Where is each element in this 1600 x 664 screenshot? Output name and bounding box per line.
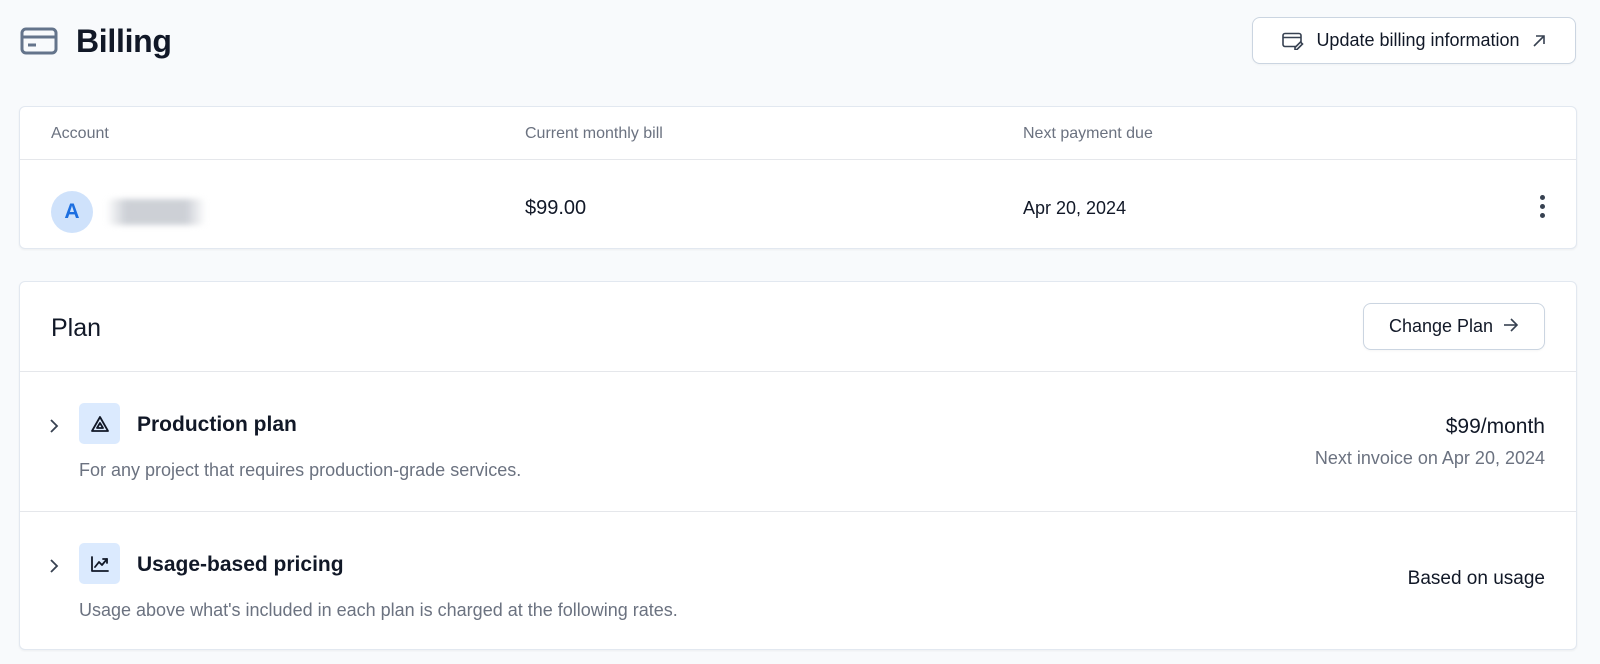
column-header-account: Account: [51, 125, 109, 142]
expand-chevron-icon[interactable]: [48, 559, 60, 573]
plan-item-price: $99/month: [1445, 415, 1545, 438]
account-row: A $99.00 Apr 20, 2024: [20, 161, 1576, 249]
column-header-next-payment: Next payment due: [1023, 125, 1153, 142]
plan-item-description: For any project that requires production…: [79, 460, 522, 480]
plan-header: Plan Change Plan: [20, 282, 1576, 372]
plan-item-description: Usage above what's included in each plan…: [79, 600, 678, 620]
chart-line-icon: [79, 543, 120, 584]
page-title: Billing: [76, 22, 172, 59]
plan-item-next-invoice: Next invoice on Apr 20, 2024: [1314, 448, 1545, 468]
kebab-dot: [1539, 194, 1545, 200]
kebab-dot: [1539, 203, 1545, 209]
arrow-right-icon: [1503, 316, 1519, 337]
more-vertical-icon[interactable]: [1530, 191, 1554, 221]
kebab-dot: [1539, 212, 1545, 218]
account-table-header: Account Current monthly bill Next paymen…: [20, 107, 1576, 160]
plan-item-title: Production plan: [137, 413, 297, 436]
plan-item-usage-based: Usage-based pricing Usage above what's i…: [20, 513, 1576, 650]
plan-section-title: Plan: [51, 314, 102, 342]
card-edit-icon: [1282, 32, 1305, 50]
external-arrow-icon: [1532, 34, 1546, 48]
update-billing-label: Update billing information: [1316, 30, 1520, 50]
plan-item-title: Usage-based pricing: [137, 553, 344, 576]
plan-item-price-note: Based on usage: [1407, 568, 1545, 589]
update-billing-button[interactable]: Update billing information: [1252, 17, 1576, 64]
credit-card-icon: [20, 27, 58, 55]
title-wrap: Billing: [20, 20, 172, 62]
expand-chevron-icon[interactable]: [48, 419, 60, 433]
triangle-alert-icon: [79, 403, 120, 444]
column-header-monthly-bill: Current monthly bill: [525, 125, 663, 142]
avatar: A: [51, 191, 93, 233]
change-plan-label: Change Plan: [1388, 316, 1494, 336]
next-payment-date: Apr 20, 2024: [1023, 198, 1127, 218]
change-plan-button[interactable]: Change Plan: [1363, 303, 1545, 350]
redacted-account-name: [106, 199, 206, 225]
plan-item-production: Production plan For any project that req…: [20, 373, 1576, 512]
billing-page: Billing Update billing information Accou…: [0, 0, 1600, 664]
page-header: Billing Update billing information: [0, 0, 1600, 84]
account-card: Account Current monthly bill Next paymen…: [19, 106, 1577, 249]
monthly-bill-value: $99.00: [525, 197, 587, 219]
plan-card: Plan Change Plan Production plan For any…: [19, 281, 1577, 650]
